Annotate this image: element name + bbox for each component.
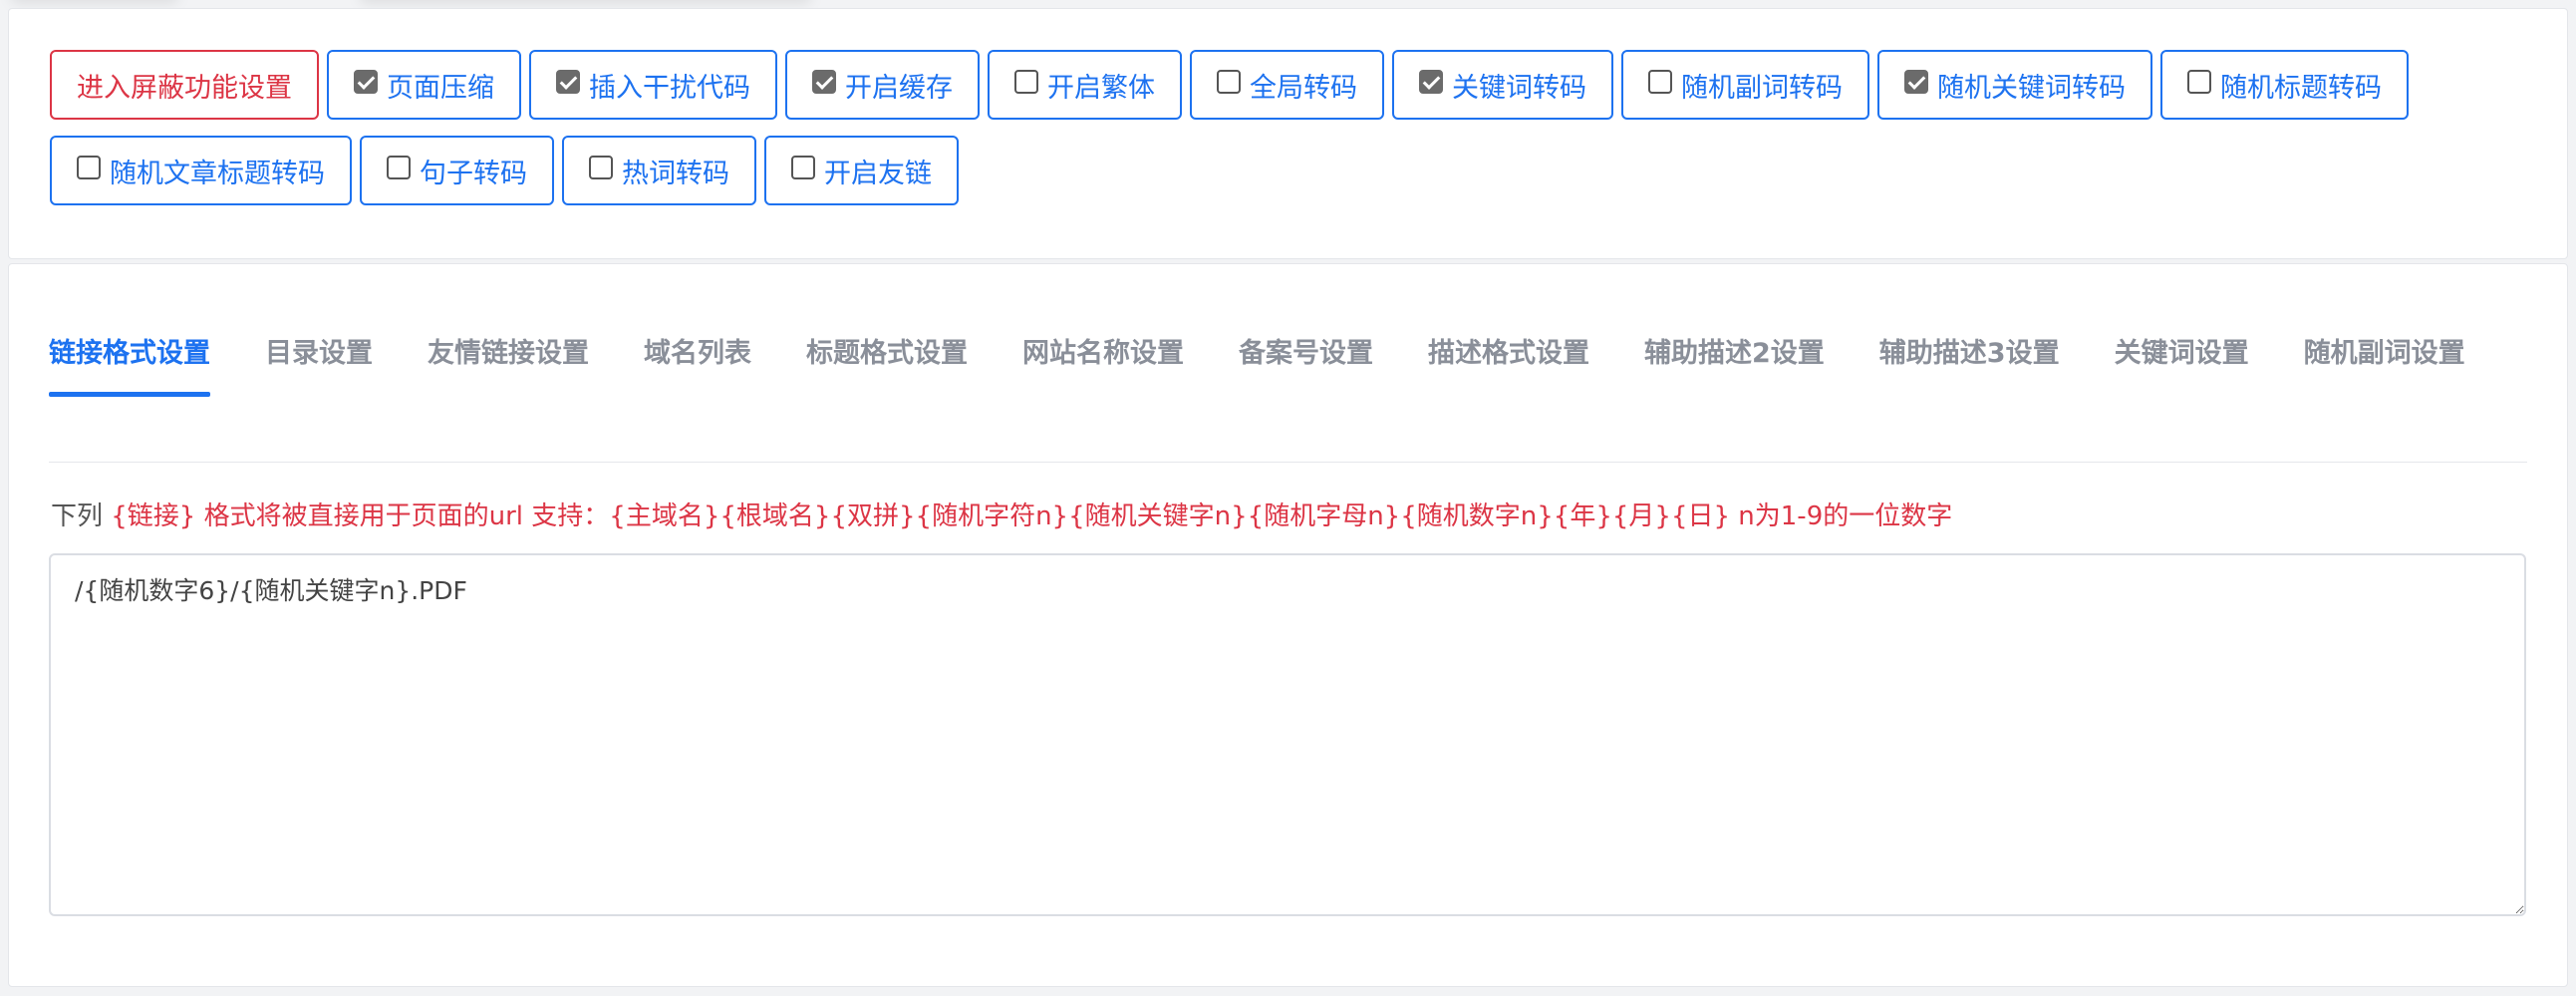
tab-friend-links[interactable]: 友情链接设置 [428,319,589,397]
tab-title-format[interactable]: 标题格式设置 [806,319,968,397]
option-global-transcode[interactable]: 全局转码 [1190,50,1384,120]
option-page-compress[interactable]: 页面压缩 [327,50,521,120]
option-label: 全局转码 [1250,72,1357,104]
option-label: 句子转码 [420,158,527,189]
checkbox-icon[interactable] [1014,70,1038,94]
option-random-title-transcode[interactable]: 随机标题转码 [2160,50,2409,120]
settings-tabs: 链接格式设置 目录设置 友情链接设置 域名列表 标题格式设置 网站名称设置 备案… [49,319,2480,397]
option-label: 页面压缩 [387,72,494,104]
option-random-keyword-transcode[interactable]: 随机关键词转码 [1877,50,2152,120]
checkbox-icon[interactable] [2187,70,2211,94]
option-label: 开启友链 [824,158,932,189]
checkbox-icon[interactable] [1217,70,1241,94]
option-enable-traditional[interactable]: 开启繁体 [988,50,1182,120]
options-row-2: 随机文章标题转码 句子转码 热词转码 开启友链 [50,136,959,205]
tab-domain-list[interactable]: 域名列表 [644,319,751,397]
tab-random-adverbs[interactable]: 随机副词设置 [2304,319,2465,397]
option-label: 关键词转码 [1452,72,1586,104]
checkbox-icon[interactable] [812,70,836,94]
option-label: 随机文章标题转码 [110,158,325,189]
tab-directory[interactable]: 目录设置 [265,319,373,397]
option-label: 随机标题转码 [2220,72,2382,104]
option-enable-friend-links[interactable]: 开启友链 [764,136,959,205]
checkbox-icon[interactable] [1648,70,1672,94]
option-label: 热词转码 [622,158,729,189]
option-keyword-transcode[interactable]: 关键词转码 [1392,50,1613,120]
checkbox-icon[interactable] [354,70,378,94]
option-label: 随机副词转码 [1681,72,1843,104]
tab-description-format[interactable]: 描述格式设置 [1428,319,1589,397]
option-random-article-title-transcode[interactable]: 随机文章标题转码 [50,136,352,205]
tab-keywords[interactable]: 关键词设置 [2115,319,2249,397]
settings-panel: 链接格式设置 目录设置 友情链接设置 域名列表 标题格式设置 网站名称设置 备案… [8,263,2568,987]
top-shadow-mid [359,0,812,4]
tab-aux-description-3[interactable]: 辅助描述3设置 [1879,319,2060,397]
tab-icp-number[interactable]: 备案号设置 [1239,319,1373,397]
checkbox-icon[interactable] [77,156,101,179]
hint-supported-tags: {链接} 格式将被直接用于页面的url 支持：{主域名}{根域名}{双拼}{随机… [111,501,1953,531]
tab-link-format[interactable]: 链接格式设置 [49,319,210,397]
checkbox-icon[interactable] [589,156,613,179]
option-label: 插入干扰代码 [589,72,750,104]
shield-settings-label: 进入屏蔽功能设置 [77,72,292,104]
checkbox-icon[interactable] [556,70,580,94]
checkbox-icon[interactable] [387,156,411,179]
tab-aux-description-2[interactable]: 辅助描述2设置 [1644,319,1825,397]
hint-prefix: 下列 [51,501,112,531]
top-shadow-left [10,0,179,4]
option-insert-noise-code[interactable]: 插入干扰代码 [529,50,777,120]
option-label: 随机关键词转码 [1937,72,2126,104]
option-label: 开启繁体 [1047,72,1155,104]
tabs-divider [49,462,2527,463]
options-row-1: 进入屏蔽功能设置 页面压缩 插入干扰代码 开启缓存 开启繁体 全局转码 关键词转… [50,50,2409,120]
shield-settings-button[interactable]: 进入屏蔽功能设置 [50,50,319,120]
format-hint: 下列 {链接} 格式将被直接用于页面的url 支持：{主域名}{根域名}{双拼}… [51,496,1952,532]
checkbox-icon[interactable] [791,156,815,179]
option-enable-cache[interactable]: 开启缓存 [785,50,980,120]
options-panel: 进入屏蔽功能设置 页面压缩 插入干扰代码 开启缓存 开启繁体 全局转码 关键词转… [8,8,2568,259]
option-hotword-transcode[interactable]: 热词转码 [562,136,756,205]
checkbox-icon[interactable] [1419,70,1443,94]
option-label: 开启缓存 [845,72,953,104]
link-format-textarea[interactable]: /{随机数字6}/{随机关键字n}.PDF [49,553,2526,916]
tab-site-name[interactable]: 网站名称设置 [1022,319,1184,397]
option-sentence-transcode[interactable]: 句子转码 [360,136,554,205]
option-random-adverb-transcode[interactable]: 随机副词转码 [1621,50,1869,120]
checkbox-icon[interactable] [1904,70,1928,94]
